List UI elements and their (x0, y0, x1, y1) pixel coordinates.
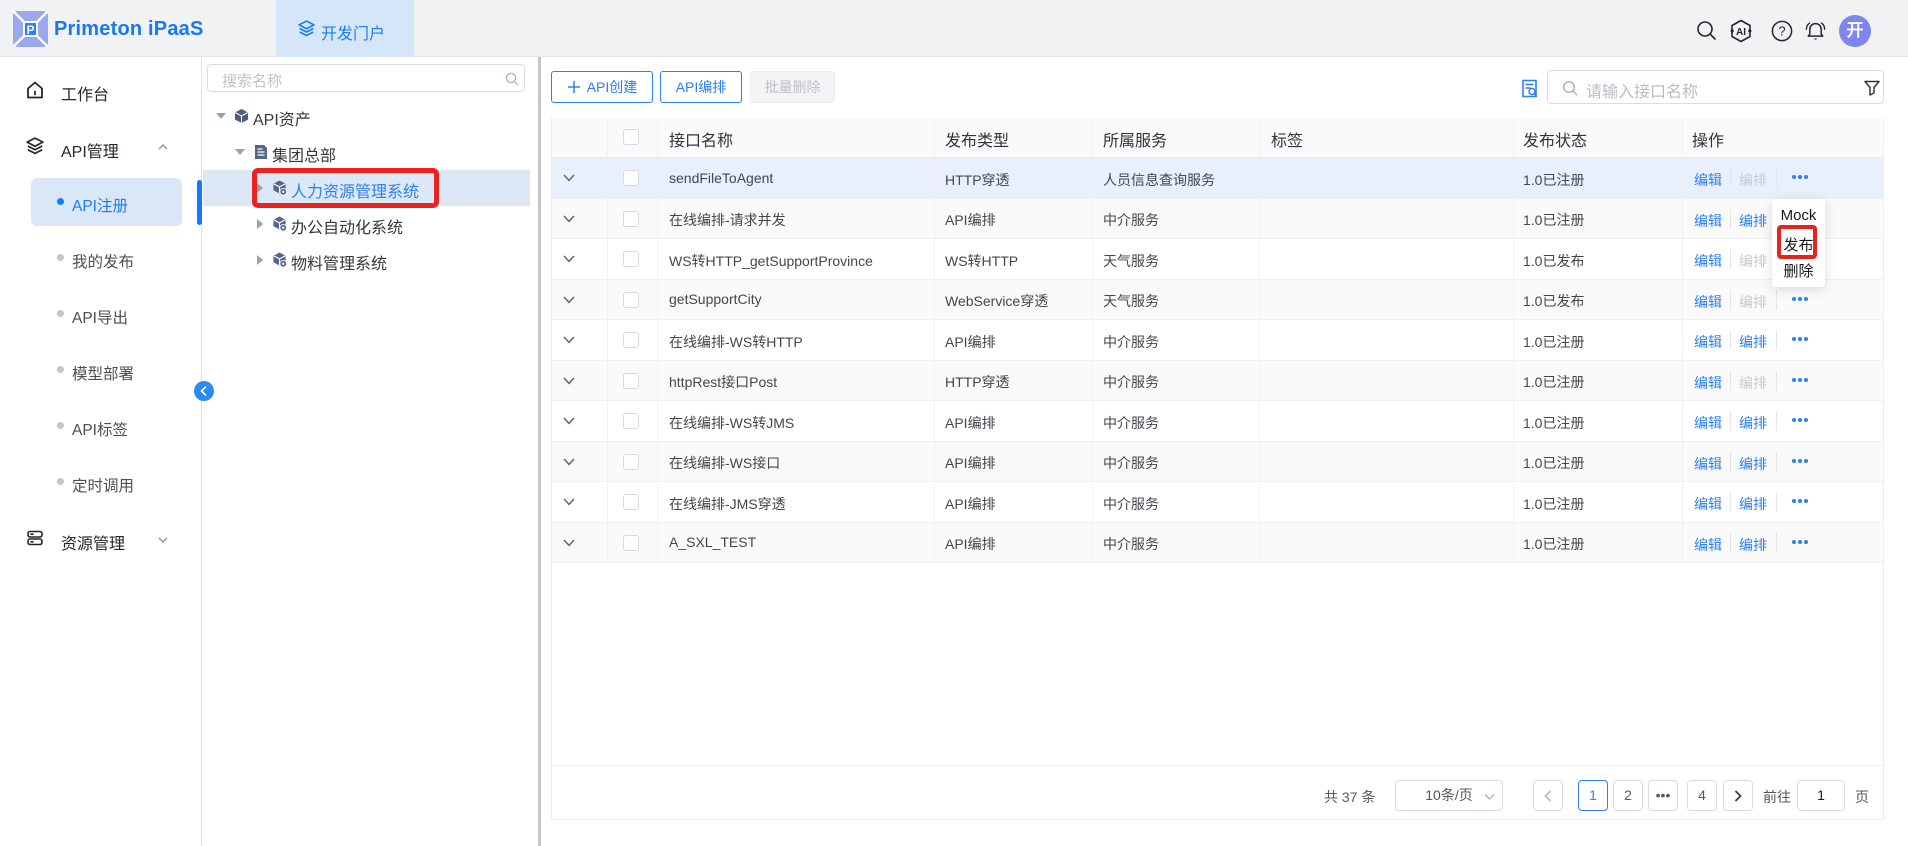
svg-text:AI: AI (1736, 27, 1746, 38)
svg-text:P: P (26, 23, 34, 37)
svg-text:?: ? (1778, 24, 1785, 39)
